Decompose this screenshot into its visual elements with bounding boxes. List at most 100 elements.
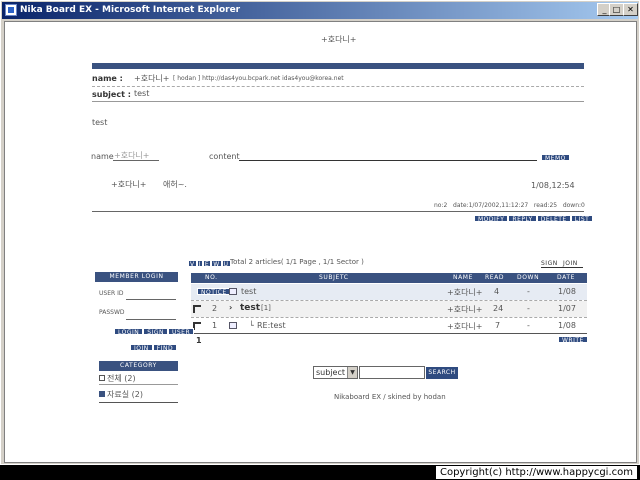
col-subject: SUBJETC bbox=[319, 274, 349, 281]
reply-button[interactable]: REPLY bbox=[508, 215, 537, 223]
row-subject[interactable]: test bbox=[240, 303, 260, 313]
view-icon-v[interactable]: V bbox=[188, 260, 197, 268]
page-viewport: +호다니+ name : +호다니+ [ hodan ] http://das4… bbox=[4, 21, 637, 463]
row-no: 1 bbox=[212, 321, 218, 330]
comment-content-input[interactable] bbox=[239, 160, 537, 161]
row-name: +호다니+ bbox=[447, 288, 483, 297]
sign-button[interactable]: SIGN bbox=[143, 328, 168, 336]
row-read: 24 bbox=[493, 304, 504, 313]
comment-name-label: name bbox=[91, 152, 114, 161]
comment-author: +호다니+ bbox=[111, 180, 147, 189]
col-date: DATE bbox=[557, 274, 576, 281]
userid-input[interactable] bbox=[126, 299, 176, 300]
category-divider bbox=[99, 384, 178, 385]
table-bottom-rule bbox=[191, 333, 587, 334]
password-input[interactable] bbox=[126, 319, 176, 320]
table-row[interactable]: 1 └ RE:test +호다니+ 7 - 1/08 bbox=[191, 318, 587, 334]
user-button[interactable]: USER bbox=[167, 328, 195, 336]
thread-arrow-icon: › bbox=[229, 303, 233, 312]
table-row[interactable]: NOTICE test +호다니+ 4 - 1/08 bbox=[191, 284, 587, 300]
search-button[interactable]: SEARCH bbox=[426, 367, 458, 379]
close-button[interactable]: ✕ bbox=[623, 3, 638, 16]
name-label: name : bbox=[92, 74, 123, 83]
category-all-icon bbox=[99, 375, 105, 381]
row-down: - bbox=[527, 287, 530, 296]
search-field-value: subject bbox=[316, 368, 345, 377]
row-date: 1/07 bbox=[558, 304, 576, 313]
comment-date: 1/08,12:54 bbox=[531, 181, 575, 190]
col-down: DOWN bbox=[517, 274, 540, 281]
login-button-group: LOGIN SIGN USER bbox=[114, 327, 195, 336]
ie-icon bbox=[5, 4, 17, 16]
col-no: NO. bbox=[205, 274, 218, 281]
login-button-group-2: JOIN FIND bbox=[130, 343, 178, 352]
comment-name-underline bbox=[113, 160, 159, 161]
view-icon-w[interactable]: W bbox=[211, 260, 222, 268]
comment-text: 애허~. bbox=[163, 180, 187, 189]
userid-label: USER ID bbox=[99, 290, 124, 297]
row-down: - bbox=[527, 304, 530, 313]
browser-window: Nika Board EX - Microsoft Internet Explo… bbox=[0, 0, 640, 465]
category-item-archive[interactable]: 자료실 (2) bbox=[99, 389, 143, 400]
copyright-banner: Copyright(c) http://www.happycgi.com bbox=[435, 466, 637, 479]
password-label: PASSWD bbox=[99, 309, 125, 316]
title-bar: Nika Board EX - Microsoft Internet Explo… bbox=[2, 2, 638, 19]
join-button[interactable]: JOIN bbox=[130, 344, 153, 352]
row-date: 1/08 bbox=[558, 321, 576, 330]
view-icon-e[interactable]: E bbox=[202, 260, 212, 268]
row-name: +호다니+ bbox=[447, 322, 483, 331]
document-icon bbox=[229, 288, 237, 295]
category-bottom-rule bbox=[99, 402, 178, 403]
sign-link[interactable]: SIGN bbox=[541, 260, 558, 267]
row-subject[interactable]: RE:test bbox=[257, 321, 286, 330]
table-header: NO. SUBJETC NAME READ DOWN DATE bbox=[191, 273, 587, 283]
header-nick: +호다니+ bbox=[321, 35, 357, 44]
post-top-bar bbox=[92, 63, 584, 69]
search-field-select[interactable]: subject ▼ bbox=[313, 366, 358, 379]
row-down: - bbox=[527, 321, 530, 330]
meta-divider bbox=[92, 211, 584, 212]
row-subject[interactable]: test bbox=[241, 287, 256, 296]
col-name: NAME bbox=[453, 274, 473, 281]
category-item-all[interactable]: 전체 (2) bbox=[99, 373, 136, 384]
member-login-title: MEMBER LOGIN bbox=[95, 272, 178, 282]
category-item-label: 자료실 (2) bbox=[107, 390, 143, 399]
row-comment-count: [1] bbox=[261, 304, 271, 312]
write-button[interactable]: WRITE bbox=[558, 336, 588, 344]
row-read: 4 bbox=[494, 287, 500, 296]
reply-arrow-icon: └ bbox=[249, 321, 254, 330]
row-no: 2 bbox=[212, 304, 218, 313]
table-row[interactable]: 2 › test [1] +호다니+ 24 - 1/07 bbox=[191, 301, 587, 317]
find-button[interactable]: FIND bbox=[152, 344, 178, 352]
search-input[interactable] bbox=[359, 366, 425, 379]
window-title: Nika Board EX - Microsoft Internet Explo… bbox=[20, 5, 241, 15]
subject-label: subject : bbox=[92, 90, 131, 99]
delete-button[interactable]: DELETE bbox=[536, 215, 571, 223]
post-body: test bbox=[92, 118, 108, 127]
comment-content-label: content bbox=[209, 152, 240, 161]
subject-value: test bbox=[134, 89, 150, 98]
list-button[interactable]: LIST bbox=[570, 215, 594, 223]
article-summary: Total 2 articles( 1/1 Page , 1/1 Sector … bbox=[230, 258, 364, 266]
notice-badge: NOTICE bbox=[197, 288, 231, 296]
name-divider bbox=[92, 86, 584, 87]
subject-divider bbox=[92, 101, 584, 102]
row-date: 1/08 bbox=[558, 287, 576, 296]
modify-button[interactable]: MODIFY bbox=[474, 215, 509, 223]
maximize-button[interactable]: □ bbox=[609, 3, 624, 16]
view-icons: VIEWU bbox=[188, 259, 231, 268]
page-number[interactable]: 1 bbox=[196, 336, 202, 345]
post-meta: no:2 date:1/07/2002,11:12:27 read:25 dow… bbox=[434, 202, 585, 209]
top-links-underline bbox=[541, 267, 583, 268]
chevron-down-icon[interactable]: ▼ bbox=[347, 367, 357, 378]
join-link[interactable]: JOIN bbox=[563, 260, 578, 267]
post-button-group: MODIFY REPLY DELETE LIST bbox=[474, 214, 594, 223]
row-name: +호다니+ bbox=[447, 305, 483, 314]
memo-button[interactable]: MEMO bbox=[541, 154, 570, 162]
category-title: CATEGORY bbox=[99, 361, 178, 371]
login-button[interactable]: LOGIN bbox=[114, 328, 144, 336]
category-item-label: 전체 (2) bbox=[107, 374, 136, 383]
name-links[interactable]: [ hodan ] http://das4you.bcpark.net idas… bbox=[173, 75, 344, 82]
select-checkbox[interactable] bbox=[193, 322, 201, 330]
select-checkbox[interactable] bbox=[193, 305, 201, 313]
